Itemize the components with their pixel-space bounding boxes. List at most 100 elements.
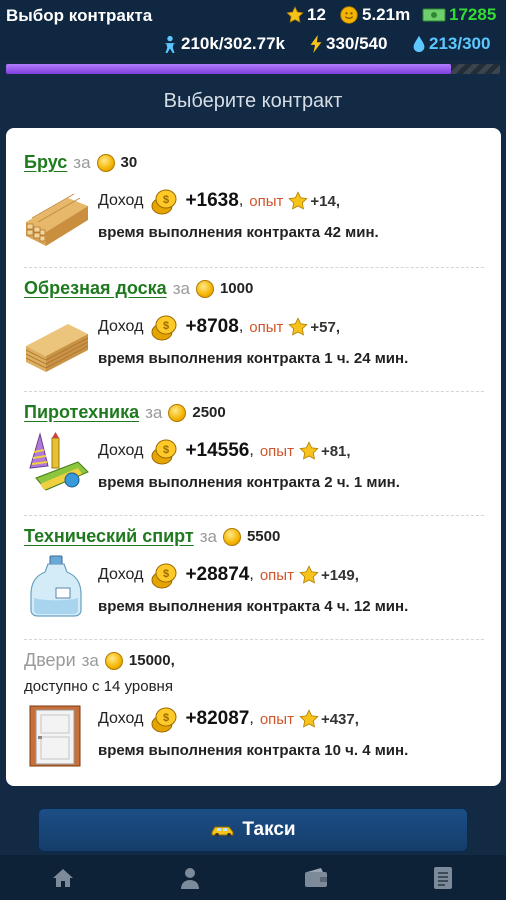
cash-counter[interactable]: 17285 <box>422 5 496 25</box>
contract-income-line: Доход $ +1638 , опыт +14, <box>98 186 340 216</box>
contract-name-link[interactable]: Пиротехника <box>24 402 139 423</box>
contract-duration: время выполнения контракта 2 ч. 1 мин. <box>98 474 400 491</box>
contract-duration: время выполнения контракта 1 ч. 24 мин. <box>98 350 409 367</box>
svg-text:$: $ <box>163 712 169 724</box>
contract-price: 30 <box>120 154 138 171</box>
price-prefix: за <box>145 402 163 422</box>
exp-value: +81, <box>320 442 351 460</box>
income-value: +1638 <box>185 190 239 211</box>
contract-name-link[interactable]: Брус <box>24 152 67 173</box>
coin-stack-icon: $ <box>151 439 177 465</box>
svg-text:$: $ <box>163 320 169 332</box>
star-icon <box>299 565 319 584</box>
star-icon <box>288 317 309 336</box>
contract-income-line: Доход $ +82087 , опыт +437, <box>98 704 359 734</box>
exp-label: опыт <box>259 442 294 460</box>
level-progress-bar <box>6 64 500 74</box>
nav-wallet[interactable] <box>302 864 330 892</box>
contract-duration: время выполнения контракта 10 ч. 4 мин. <box>98 742 409 759</box>
stars-counter[interactable]: 12 <box>286 5 326 25</box>
page-subtitle: Выберите контракт <box>163 90 343 112</box>
svg-text:$: $ <box>163 194 169 206</box>
contract-name-link[interactable]: Технический спирт <box>24 526 194 547</box>
bottom-navigation <box>0 855 506 900</box>
exp-value: +57, <box>310 318 341 336</box>
taxi-button-label: Такси <box>242 819 296 840</box>
contract-title-line: Двери за 15000, <box>24 650 175 671</box>
income-label: Доход <box>98 192 144 209</box>
income-label: Доход <box>98 318 144 335</box>
bottle-icon <box>30 555 82 617</box>
coin-stack-icon: $ <box>151 707 177 733</box>
availability-note: доступно с 14 уровня <box>24 678 173 695</box>
nav-profile[interactable] <box>176 864 204 892</box>
person-icon <box>164 35 176 53</box>
water-drop-icon <box>413 35 425 53</box>
svg-text:$: $ <box>163 444 169 456</box>
exp-value: +14, <box>310 192 341 210</box>
contract-duration: время выполнения контракта 42 мин. <box>98 224 379 241</box>
contract-title-line: Брус за 30 <box>24 152 137 173</box>
nav-home[interactable] <box>49 864 77 892</box>
price-prefix: за <box>199 526 217 546</box>
contract-item-technical-spirit: Технический спирт за 5500 Доход $ +28874… <box>6 516 501 640</box>
income-label: Доход <box>98 442 144 459</box>
contract-title-line: Обрезная доска за 1000 <box>24 278 253 299</box>
population-counter[interactable]: 210k/302.77k <box>162 34 285 54</box>
coins-counter[interactable]: 5.21m <box>339 5 410 25</box>
level-progress-fill <box>6 64 451 74</box>
exp-label: опыт <box>249 192 284 210</box>
contract-title-line: Пиротехника за 2500 <box>24 402 226 423</box>
price-prefix: за <box>172 278 190 298</box>
income-value: +28874 <box>185 564 250 585</box>
coin-stack-icon: $ <box>151 315 177 341</box>
taxi-car-icon <box>211 826 234 837</box>
coin-stack-icon: $ <box>151 563 177 589</box>
income-value: +82087 <box>185 708 250 729</box>
income-label: Доход <box>98 710 144 727</box>
contract-income-line: Доход $ +28874 , опыт +149, <box>98 560 359 590</box>
wallet-icon <box>305 867 328 887</box>
coin-icon <box>222 527 241 546</box>
contract-list: Брус за 30 Доход $ +1638 , опыт +14, вре… <box>6 128 501 786</box>
planks-icon <box>25 324 89 372</box>
contract-income-line: Доход $ +8708 , опыт +57, <box>98 312 340 342</box>
energy-counter[interactable]: 330/540 <box>309 34 387 54</box>
price-prefix: за <box>73 152 91 172</box>
contract-item-brus: Брус за 30 Доход $ +1638 , опыт +14, вре… <box>6 128 501 268</box>
lightning-icon <box>310 35 322 53</box>
contract-name-link[interactable]: Обрезная доска <box>24 278 167 299</box>
nav-list[interactable] <box>429 864 457 892</box>
top-status-bar: Выбор контракта 12 5.21m 17285 210k/302.… <box>0 0 506 60</box>
coin-icon <box>104 651 123 670</box>
contract-item-doors-locked: Двери за 15000, доступно с 14 уровня Дох… <box>6 640 501 786</box>
contract-title-line: Технический спирт за 5500 <box>24 526 280 547</box>
home-icon <box>53 868 74 887</box>
contract-price: 2500 <box>192 404 226 421</box>
star-icon <box>286 6 304 23</box>
exp-value: +149, <box>320 566 359 584</box>
contract-income-line: Доход $ +14556 , опыт +81, <box>98 436 351 466</box>
coin-icon <box>340 6 358 24</box>
star-icon <box>299 441 319 460</box>
coin-icon <box>195 279 214 298</box>
exp-value: +437, <box>320 710 359 728</box>
contract-name: Двери <box>24 650 76 670</box>
door-icon <box>29 705 81 767</box>
contract-price: 1000 <box>219 280 254 297</box>
contract-item-edged-board: Обрезная доска за 1000 Доход $ +8708 , о… <box>6 268 501 392</box>
banknote-icon <box>422 8 446 22</box>
coin-stack-icon: $ <box>151 189 177 215</box>
taxi-button[interactable]: Такси <box>38 808 468 852</box>
coin-icon <box>168 403 187 422</box>
screen-title: Выбор контракта <box>6 6 153 25</box>
svg-text:$: $ <box>163 568 169 580</box>
star-icon <box>299 709 319 728</box>
water-counter[interactable]: 213/300 <box>412 34 490 54</box>
price-prefix: за <box>81 650 99 670</box>
income-value: +14556 <box>185 440 250 461</box>
contract-price: 15000, <box>128 652 175 669</box>
lumber-icon <box>26 193 88 246</box>
exp-label: опыт <box>259 710 294 728</box>
contract-duration: время выполнения контракта 4 ч. 12 мин. <box>98 598 409 615</box>
